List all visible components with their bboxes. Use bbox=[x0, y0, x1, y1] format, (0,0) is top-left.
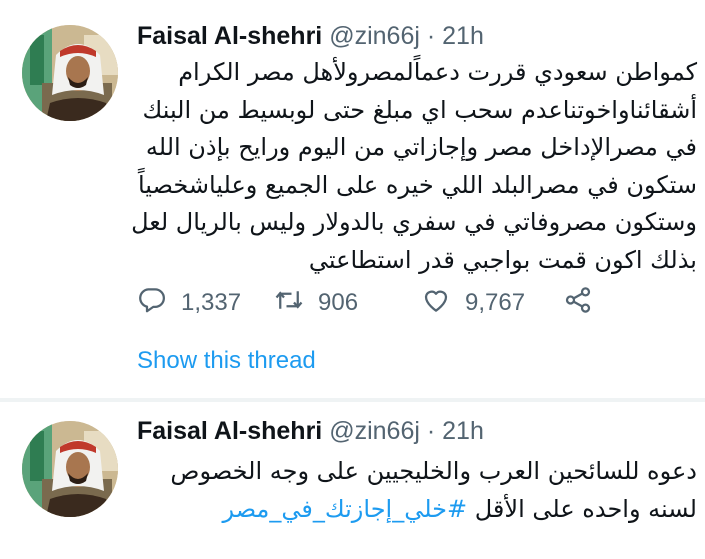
retweet-icon bbox=[274, 285, 304, 322]
tweet-text-line: لسنه واحده على الأقل #خلي_إجازتك_في_مصر bbox=[137, 491, 698, 529]
reply-button[interactable]: 1,337 bbox=[137, 285, 241, 321]
tweet-header: Faisal Al-shehri @zin66j · 21h bbox=[137, 20, 484, 52]
author-name[interactable]: Faisal Al-shehri bbox=[137, 22, 322, 50]
retweet-button[interactable]: 906 bbox=[274, 285, 358, 321]
author-handle[interactable]: @zin66j bbox=[329, 417, 420, 445]
share-button[interactable] bbox=[563, 285, 593, 321]
tweet-text-segment: لسنه واحده على الأقل bbox=[474, 494, 697, 523]
separator: · bbox=[426, 417, 436, 445]
tweet-text-line: كمواطن سعودي قررت دعماًلمصرولأهل مصر الك… bbox=[178, 58, 697, 86]
share-icon bbox=[563, 285, 593, 322]
tweet-text-line: بذلك اكون قمت بواجبي قدر استطاعتي bbox=[308, 245, 697, 274]
author-handle[interactable]: @zin66j bbox=[329, 22, 420, 50]
tweet-text-line: في مصرالإداخل مصر وإجازاتي من اليوم وراي… bbox=[145, 133, 697, 161]
tweet[interactable]: Faisal Al-shehri @zin66j · 21h كمواطن سع… bbox=[0, 0, 705, 400]
tweet-text-line: ستكون في مصرالبلد اللي خيره على الجميع و… bbox=[137, 170, 697, 199]
reply-icon bbox=[137, 285, 167, 322]
tweet-text-line: وستكون مصروفاتي في سفري بالدولار وليس با… bbox=[131, 208, 697, 236]
author-name[interactable]: Faisal Al-shehri bbox=[137, 417, 322, 445]
timestamp[interactable]: 21h bbox=[442, 417, 484, 445]
show-thread-link[interactable]: Show this thread bbox=[137, 343, 316, 379]
separator: · bbox=[426, 22, 436, 50]
timestamp[interactable]: 21h bbox=[442, 22, 484, 50]
avatar[interactable] bbox=[22, 421, 118, 517]
tweet-text-line: دعوه للسائحين العرب والخليجيين على وجه ا… bbox=[170, 457, 697, 485]
tweet-actions: 1,337 906 9,767 bbox=[137, 285, 697, 321]
tweet-header: Faisal Al-shehri @zin66j · 21h bbox=[137, 415, 484, 447]
hashtag-link[interactable]: #خلي_إجازتك_في_مصر bbox=[223, 495, 468, 523]
tweet-text: دعوه للسائحين العرب والخليجيين على وجه ا… bbox=[137, 453, 697, 528]
retweet-count: 906 bbox=[318, 289, 359, 316]
tweet[interactable]: Faisal Al-shehri @zin66j · 21h دعوه للسا… bbox=[0, 401, 705, 559]
tweet-text: كمواطن سعودي قررت دعماًلمصرولأهل مصر الك… bbox=[131, 54, 697, 279]
like-count: 9,767 bbox=[465, 289, 526, 316]
like-icon bbox=[421, 285, 451, 322]
tweet-text-line: أشقائناواخوتناعدم سحب اي مبلغ حتى لوبسيط… bbox=[142, 95, 697, 124]
avatar[interactable] bbox=[22, 25, 118, 121]
reply-count: 1,337 bbox=[181, 289, 242, 316]
like-button[interactable]: 9,767 bbox=[421, 285, 525, 321]
